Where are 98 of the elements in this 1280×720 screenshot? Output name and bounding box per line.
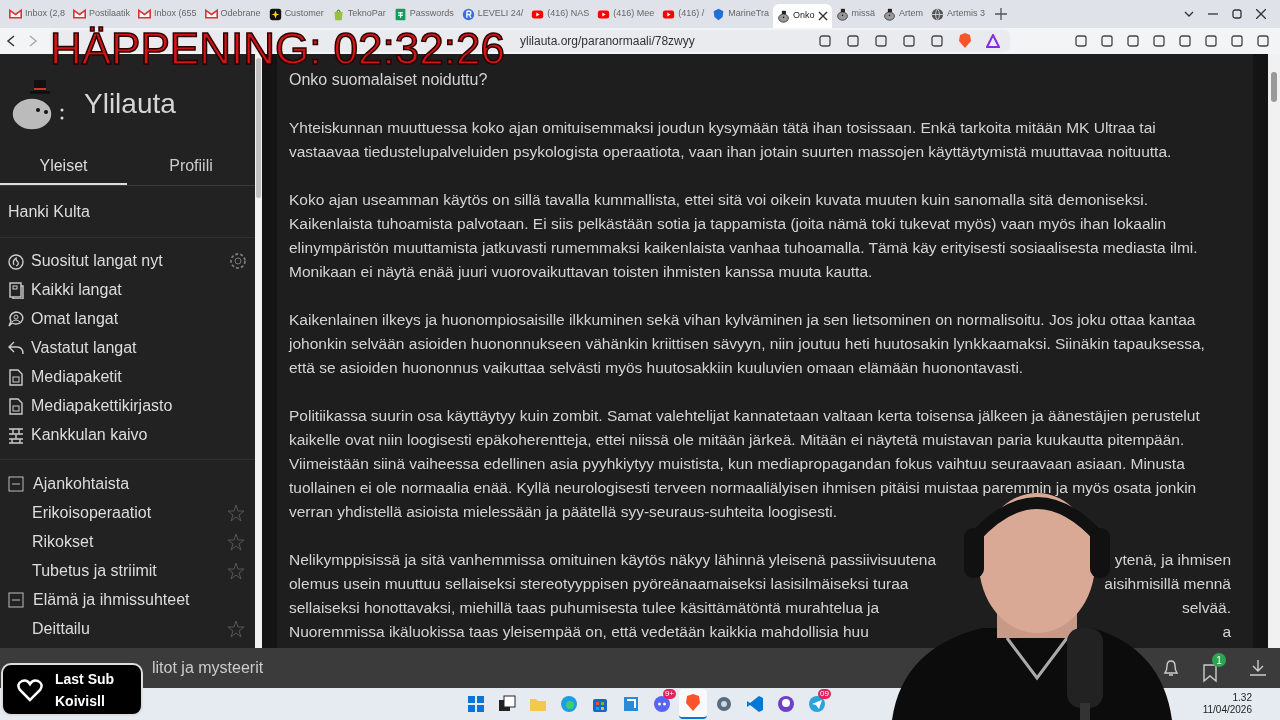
nav-link[interactable]: Omat langat (31, 306, 119, 331)
mail-icon (204, 7, 218, 21)
letter-icon (461, 7, 475, 21)
lion-icon[interactable] (958, 33, 972, 49)
nav-link[interactable]: Suositut langat nyt (31, 248, 163, 273)
play-icon (597, 7, 611, 21)
board-link[interactable]: Erikoisoperaatiot (32, 500, 152, 525)
upgrade-link[interactable]: Hanki Kulta (8, 199, 90, 224)
last-sub-label: Last Sub (55, 669, 115, 689)
site-title[interactable]: Ylilauta (84, 82, 176, 125)
spreadsheet-icon (393, 7, 407, 21)
star-icon[interactable] (227, 532, 245, 551)
browser-tab[interactable]: Artem (879, 2, 928, 26)
mail-icon (138, 7, 152, 21)
bookmark-icon (1202, 663, 1218, 683)
taskbar-app[interactable]: 9+ (648, 689, 676, 719)
bell-icon[interactable] (1162, 658, 1180, 678)
play-icon (662, 7, 676, 21)
settings-icon (714, 694, 734, 714)
browser-tab[interactable]: TeknoPar (327, 2, 390, 26)
pages-icon (7, 280, 25, 299)
download-icon[interactable] (1248, 658, 1268, 678)
bag-icon (331, 7, 345, 21)
notification-count: 1 (1212, 653, 1226, 667)
star-icon[interactable] (227, 561, 245, 580)
collapse-icon[interactable] (8, 591, 24, 608)
sidebar-tab[interactable]: Yleiset (0, 149, 127, 185)
post-paragraph: Koko ajan useamman käytös on sillä tavalla kummallista, ettei sitä voi oikein kuvata muuten kuin sanomalla sitä demoniseksi. Kaikenlaista tuhoamista palvotaan. Ei siis pelkästään sotia ja tappamista (joita nämä toki tukevat myös) vaan myös ihan lokaalin elinympäristön muuttamista jatkuvasti rumemmaksi kaikenlaista vanhaa tuhoamalla. Tämä käy erityisesti sosiaalisesta mediasta ilmi. Monikaan ei näytä enää juuri vuorovaikuttavan toisten ihmisten kanssa muuta kautta. (289, 190, 1199, 282)
browser-tab[interactable]: Onko (773, 4, 832, 28)
back-icon[interactable] (6, 35, 16, 47)
new-tab-icon[interactable] (995, 8, 1008, 20)
browser-icon (559, 694, 579, 714)
browser-tab[interactable]: (416) Mee (593, 2, 659, 26)
play-icon (531, 7, 545, 21)
browser-tab[interactable]: Inbox (655 (134, 2, 201, 26)
mascot-icon (835, 7, 849, 21)
settings-icon[interactable] (229, 251, 247, 270)
globe-icon (931, 7, 945, 21)
flame-icon (7, 251, 25, 270)
mail-icon (73, 7, 87, 21)
nav-link[interactable]: Mediapaketit (31, 364, 122, 389)
heart-icon (17, 677, 43, 702)
scrollbar[interactable] (1268, 54, 1280, 648)
collapse-icon[interactable] (8, 475, 24, 492)
app-icon (621, 694, 641, 714)
app-icon (776, 694, 796, 714)
chat-app-icon (652, 694, 672, 714)
browser-tab[interactable]: Customer (264, 2, 328, 26)
windows-icon (497, 694, 517, 714)
browser-tab[interactable]: (416) NAS (527, 2, 594, 26)
mascot-icon (777, 9, 790, 23)
board-link[interactable]: Rikokset (32, 529, 94, 554)
nav-link[interactable]: Kaikki langat (31, 277, 122, 302)
browser-tab[interactable]: Odebrane (200, 2, 265, 26)
clock[interactable]: 1.32 11/04/2026 (1202, 692, 1280, 716)
mascot-icon (883, 7, 897, 21)
post-paragraph: Yhteiskunnan muuttuessa koko ajan omituisemmaksi joudun kysymään tätä ihan tosissaan. Enkä tarkoita mitään MK Ultraa tai vastaavaa tiedustelupalveluiden psykologista operaatiota, vaan ihan jotain suurten massojen käyttäytymistä muuttavaa noituutta. (289, 118, 1173, 162)
category-heading[interactable]: Elämä ja ihmissuhteet (33, 587, 190, 612)
badge-count: 9+ (662, 689, 676, 699)
post-paragraph: Kaikenlainen ilkeys ja huonompiosaisille ilkkuminen sekä vihan kylväminen ja sen lietsominen on normalisoitu. Jos joku ottaa kantaa johonkin selvään asioiden huononnukseen vähänkin kriittisen sävyyn, niin joutuu heti huutosakin lynkkaamaksi. Siinäkin tapauksessa, että se asioiden huononnus vaikuttaa selvästi myös huutosakkiin kuuluvien omaan elämään huonontavasti. (289, 310, 1206, 378)
browser-tab[interactable]: Postilaatik (69, 2, 135, 26)
nav-link[interactable]: Kankkulan kaivo (31, 422, 148, 447)
board-link[interactable]: Tubetus ja striimit (32, 558, 157, 583)
post-paragraph: Politiikassa suurin osa käyttäytyy kuin zombit. Samat valehtelijat kannatetaan valtaan kerta toisensa jälkeen ja äänestäjien perustelut kaikelle ovat niin loogisesti epäkoherentteja, ettei niissä ole mitään järkeä. Mitään ei näytetä muistavan paria kuukautta pitempään. Viimeistään siinä vaiheessa edellinen asia pyyhkiytyy muistista, kun mediapropagandan fokus vaihtuu seuraavaan asiaan. Minusta tuollainen ei ole normaalia enää. Kyllä neurologisesti terveen normaaliälyisen ihmisen pitäisi muistaa paremmin ja myös osata jonkin verran yhdistellä asioista mielessään ja päätellä syy-seuraus-suhteita loogisesti. (289, 406, 1201, 522)
star-icon[interactable] (227, 619, 245, 638)
close-icon[interactable] (1256, 9, 1266, 19)
browser-tab[interactable]: LEVELI 24/ (457, 2, 528, 26)
browser-tab[interactable]: Inbox (2,8 (5, 2, 70, 26)
person-chat-icon (7, 309, 25, 328)
lion-icon (683, 693, 703, 713)
browser-tab[interactable]: MarineTra (708, 2, 773, 26)
chevron-down-icon[interactable] (1184, 11, 1194, 17)
post-paragraph: Nelikymppisissä ja sitä vanhemmissa omituinen käytös näkyy lähinnä yleisenä passiivisuutena ytenä, ja ihmisen olemus usein muuttuu sellaiseksi stereotyyppisen pyöreänaamaiseksi lasisilmäiseksi turaa aisihmisillä mennä sellaiseksi honottavaksi, miehillä taas puhumisesta tulee käsittämätöntä murahtelua ja selvää. Nuoremmissa ikäluokissa taas yleisempää on, että vedetään kaikkia mahdollisia huu a (289, 550, 1232, 642)
post-title: Onko suomalaiset noiduttu? (289, 70, 489, 90)
star-icon[interactable] (227, 503, 245, 522)
brick-wall-icon (7, 425, 25, 444)
start-icon (466, 694, 486, 714)
triangle-icon[interactable] (986, 34, 1000, 48)
editor-icon (745, 694, 765, 714)
close-icon[interactable] (817, 11, 828, 21)
document-icon (7, 367, 25, 386)
browser-tab[interactable]: (416) / (658, 2, 709, 26)
subscriber-name: Koivisll (55, 691, 106, 711)
badge-count: 09 (818, 689, 831, 699)
browser-tab[interactable]: Artemis 3 (927, 2, 990, 26)
nav-link[interactable]: Mediapakettikirjasto (31, 393, 173, 418)
taskbar-app[interactable]: 09 (803, 689, 831, 719)
maximize-icon[interactable] (1232, 9, 1242, 19)
nav-link[interactable]: litot ja mysteerit (152, 656, 264, 680)
document-icon (7, 396, 25, 415)
nav-link[interactable]: Vastatut langat (31, 335, 137, 360)
mail-icon (9, 7, 22, 21)
category-heading[interactable]: Ajankohtaista (33, 471, 130, 496)
browser-tab[interactable]: missä (831, 2, 880, 26)
sidebar-tab[interactable]: Profiili (127, 149, 255, 185)
paper-plane-icon (807, 694, 827, 714)
board-link[interactable]: Deittailu (32, 616, 90, 641)
browser-tab[interactable]: Passwords (389, 2, 458, 26)
